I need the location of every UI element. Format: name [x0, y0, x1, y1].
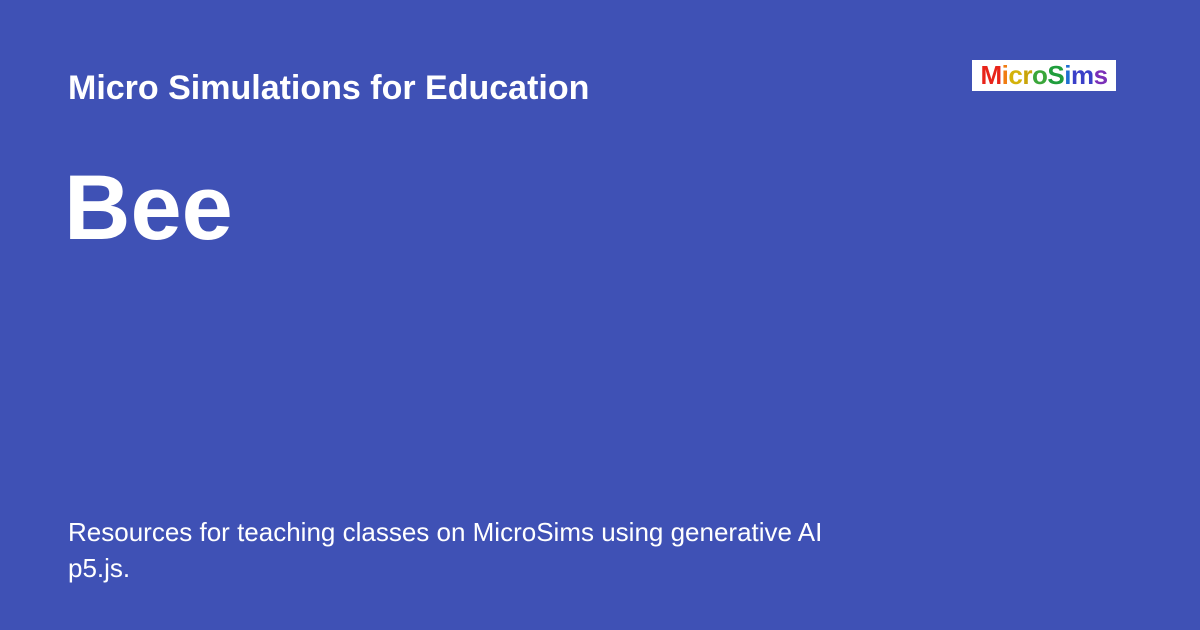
logo-letter: i — [1001, 60, 1009, 90]
logo-letter: r — [1022, 60, 1032, 90]
logo-letter: s — [1093, 60, 1108, 90]
page-title: Bee — [64, 157, 233, 259]
description-line-2: p5.js. — [68, 553, 131, 583]
logo-letter: c — [1008, 60, 1023, 90]
logo-letter: S — [1047, 60, 1065, 90]
page-description: Resources for teaching classes on MicroS… — [68, 514, 948, 586]
logo-letter: o — [1031, 60, 1048, 90]
site-name: Micro Simulations for Education — [68, 69, 590, 107]
microsims-logo: MicroSims — [972, 60, 1116, 91]
logo-letter: i — [1064, 60, 1071, 90]
logo-letter: m — [1070, 60, 1094, 90]
logo-letter: M — [980, 60, 1002, 90]
description-line-1: Resources for teaching classes on MicroS… — [68, 517, 823, 547]
social-card: Micro Simulations for Education MicroSim… — [0, 0, 1200, 630]
